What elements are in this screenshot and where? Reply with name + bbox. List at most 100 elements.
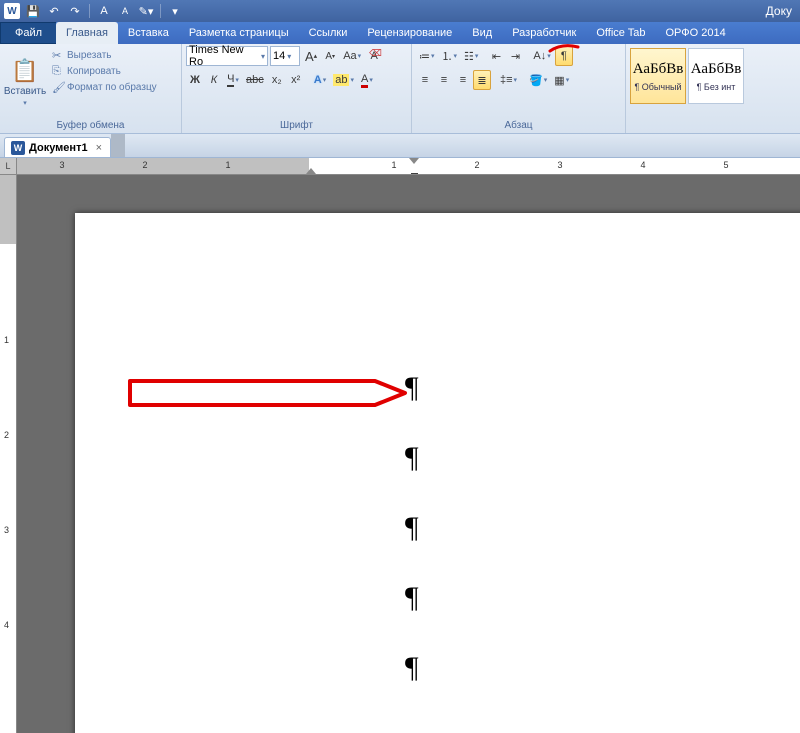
change-case-button[interactable]: Aa bbox=[340, 46, 364, 66]
pilcrow-icon: ¶ bbox=[561, 50, 567, 62]
italic-button[interactable]: К bbox=[205, 70, 223, 90]
indent-icon: ⇥ bbox=[511, 50, 520, 63]
cut-label: Вырезать bbox=[67, 50, 111, 61]
underline-label: Ч bbox=[227, 73, 234, 87]
superscript-button[interactable]: x² bbox=[287, 70, 305, 90]
underline-button[interactable]: Ч bbox=[224, 70, 242, 90]
grow-font-button[interactable]: A▴ bbox=[302, 46, 320, 66]
font-size-combo[interactable]: 14▾ bbox=[270, 46, 300, 66]
qat-separator bbox=[160, 4, 161, 18]
tab-home[interactable]: Главная bbox=[56, 22, 118, 44]
borders-icon: ▦ bbox=[554, 74, 564, 87]
ruler-num: 2 bbox=[4, 430, 9, 440]
qat-undo-button[interactable]: ↶ bbox=[45, 2, 63, 20]
word-icon: W bbox=[11, 141, 25, 155]
style-normal[interactable]: АаБбВв ¶ Обычный bbox=[630, 48, 686, 104]
multilevel-icon: ☷ bbox=[464, 50, 474, 63]
document-tab-bar: W Документ1 × bbox=[0, 134, 800, 158]
tab-page-layout[interactable]: Разметка страницы bbox=[179, 22, 299, 44]
group-font-label: Шрифт bbox=[186, 118, 407, 133]
document-tab[interactable]: W Документ1 × bbox=[4, 137, 111, 157]
style-sample-text: АаБбВв bbox=[691, 61, 742, 78]
paragraph-mark: ¶ bbox=[405, 441, 419, 475]
ruler-num: 2 bbox=[474, 160, 479, 170]
title-bar: W 💾 ↶ ↷ A A ✎▾ ▾ Доку bbox=[0, 0, 800, 22]
paragraph-mark: ¶ bbox=[405, 511, 419, 545]
style-no-spacing-label: ¶ Без инт bbox=[697, 82, 736, 92]
horizontal-ruler[interactable]: 3 2 1 1 2 3 4 5 bbox=[17, 158, 800, 174]
document-area[interactable]: ¶ ¶ ¶ ¶ ¶ bbox=[17, 175, 800, 733]
style-sample-text: АаБбВв bbox=[633, 61, 684, 78]
decrease-indent-button[interactable]: ⇤ bbox=[487, 46, 505, 66]
qat-customize-button[interactable]: ▾ bbox=[166, 2, 184, 20]
sort-icon: A↓ bbox=[533, 50, 546, 62]
close-tab-button[interactable]: × bbox=[96, 142, 102, 154]
borders-button[interactable]: ▦ bbox=[551, 70, 572, 90]
justify-icon: ≣ bbox=[477, 74, 486, 87]
qat-font-grow-icon[interactable]: A bbox=[95, 2, 113, 20]
ruler-num: 5 bbox=[723, 160, 728, 170]
tab-insert[interactable]: Вставка bbox=[118, 22, 179, 44]
tab-developer[interactable]: Разработчик bbox=[502, 22, 586, 44]
shrink-font-button[interactable]: A▾ bbox=[322, 46, 338, 66]
tab-file[interactable]: Файл bbox=[0, 22, 56, 44]
multilevel-list-button[interactable]: ☷ bbox=[461, 46, 481, 66]
align-center-button[interactable]: ≡ bbox=[435, 70, 453, 90]
ruler-num: 4 bbox=[4, 620, 9, 630]
first-line-indent-marker[interactable] bbox=[306, 168, 316, 174]
tab-stop-marker[interactable] bbox=[411, 166, 418, 173]
group-paragraph-label: Абзац bbox=[416, 118, 621, 133]
qat-font-shrink-icon[interactable]: A bbox=[116, 2, 134, 20]
bold-button[interactable]: Ж bbox=[186, 70, 204, 90]
hanging-indent-marker[interactable] bbox=[409, 158, 419, 164]
tab-references[interactable]: Ссылки bbox=[299, 22, 358, 44]
tab-review[interactable]: Рецензирование bbox=[357, 22, 462, 44]
vertical-ruler[interactable]: 1 2 3 4 bbox=[0, 175, 17, 733]
chevron-down-icon: ▾ bbox=[261, 52, 265, 61]
align-right-icon: ≡ bbox=[460, 74, 466, 86]
align-right-button[interactable]: ≡ bbox=[454, 70, 472, 90]
ruler-num: 3 bbox=[59, 160, 64, 170]
subscript-button[interactable]: x₂ bbox=[268, 70, 286, 90]
align-left-button[interactable]: ≡ bbox=[416, 70, 434, 90]
justify-button[interactable]: ≣ bbox=[473, 70, 491, 90]
format-painter-button[interactable]: 🖌Формат по образцу bbox=[50, 80, 159, 95]
annotation-red-arrow bbox=[125, 373, 415, 413]
new-tab-area[interactable] bbox=[111, 134, 125, 157]
shading-button[interactable]: 🪣 bbox=[526, 70, 550, 90]
font-color-button[interactable]: A bbox=[358, 70, 376, 90]
numbering-button[interactable]: ⒈ bbox=[439, 46, 461, 66]
clear-formatting-button[interactable]: A⌫ bbox=[366, 46, 382, 66]
workspace: L 3 2 1 1 2 3 4 5 1 2 3 4 ¶ ¶ bbox=[0, 158, 800, 733]
paste-label: Вставить bbox=[4, 86, 46, 97]
style-no-spacing[interactable]: АаБбВв ¶ Без инт bbox=[688, 48, 744, 104]
bullets-button[interactable]: ≔ bbox=[416, 46, 438, 66]
paragraph-mark: ¶ bbox=[405, 371, 419, 405]
font-name-combo[interactable]: Times New Ro▾ bbox=[186, 46, 268, 66]
page[interactable]: ¶ ¶ ¶ ¶ ¶ bbox=[75, 213, 800, 733]
tab-view[interactable]: Вид bbox=[462, 22, 502, 44]
font-name-value: Times New Ro bbox=[189, 44, 259, 68]
paste-icon: 📋 bbox=[11, 58, 38, 84]
qat-save-button[interactable]: 💾 bbox=[24, 2, 42, 20]
bullets-icon: ≔ bbox=[419, 50, 430, 63]
highlight-button[interactable]: ab bbox=[330, 70, 357, 90]
word-icon: W bbox=[4, 3, 20, 19]
strikethrough-button[interactable]: abc bbox=[243, 70, 267, 90]
qat-redo-button[interactable]: ↷ bbox=[66, 2, 84, 20]
ribbon: 📋 Вставить ▾ ✂Вырезать ⎘Копировать 🖌Форм… bbox=[0, 44, 800, 134]
tab-office-tab[interactable]: Office Tab bbox=[586, 22, 655, 44]
quick-access-toolbar: 💾 ↶ ↷ A A ✎▾ ▾ bbox=[24, 2, 184, 20]
text-effects-button[interactable]: A bbox=[311, 70, 329, 90]
cut-button[interactable]: ✂Вырезать bbox=[50, 48, 159, 63]
ruler-corner[interactable]: L bbox=[0, 158, 17, 174]
qat-highlight-icon[interactable]: ✎▾ bbox=[137, 2, 155, 20]
brush-icon: 🖌 bbox=[52, 81, 64, 94]
sort-button[interactable]: A↓ bbox=[530, 46, 553, 66]
paste-button[interactable]: 📋 Вставить ▾ bbox=[4, 46, 46, 118]
increase-indent-button[interactable]: ⇥ bbox=[506, 46, 524, 66]
tab-orfo[interactable]: ОРФО 2014 bbox=[655, 22, 735, 44]
show-hide-pilcrow-button[interactable]: ¶ bbox=[555, 46, 573, 66]
copy-button[interactable]: ⎘Копировать bbox=[50, 64, 159, 79]
line-spacing-button[interactable]: ‡≡ bbox=[497, 70, 520, 90]
